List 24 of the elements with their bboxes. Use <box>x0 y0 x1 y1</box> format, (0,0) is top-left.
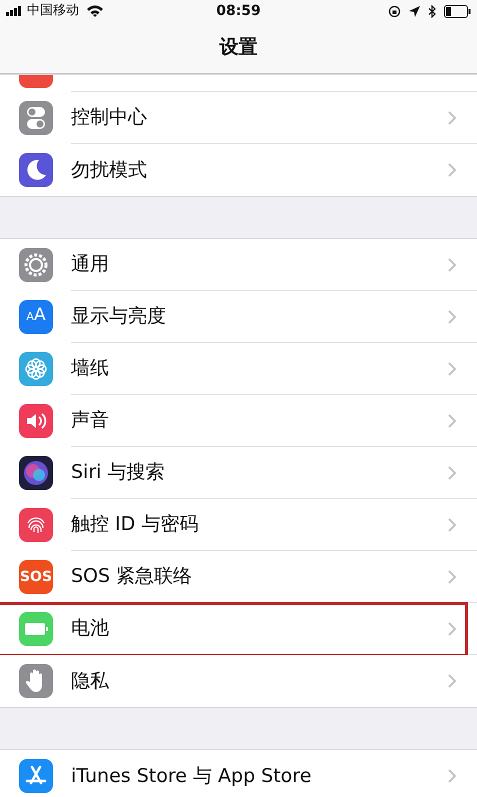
chevron-icon <box>447 620 457 636</box>
chevron-icon <box>447 360 457 376</box>
rotation-lock-icon <box>388 4 401 18</box>
app-tile-icon: SOS <box>19 560 53 594</box>
chevron-icon <box>447 516 457 532</box>
chevron-icon <box>447 768 457 784</box>
chevron-icon <box>447 464 457 480</box>
chevron-icon <box>447 673 457 689</box>
carrier-name: 中国移动 <box>27 2 79 20</box>
chevron-icon <box>447 162 457 178</box>
chevron-icon <box>447 568 457 584</box>
chevron-icon <box>447 308 457 324</box>
chevron-icon <box>447 412 457 428</box>
page-title: 设置 <box>220 35 258 60</box>
location-icon <box>409 6 420 16</box>
clock-time: 08:59 <box>216 2 261 21</box>
wifi-icon <box>87 5 103 17</box>
chevron-icon <box>447 256 457 272</box>
signal-icon <box>6 6 23 16</box>
chevron-icon <box>447 110 457 126</box>
settings-row[interactable]: 电池 <box>0 603 477 655</box>
bluetooth-icon <box>428 4 436 18</box>
battery-icon <box>444 4 471 18</box>
app-tile-icon: AA <box>19 300 53 334</box>
